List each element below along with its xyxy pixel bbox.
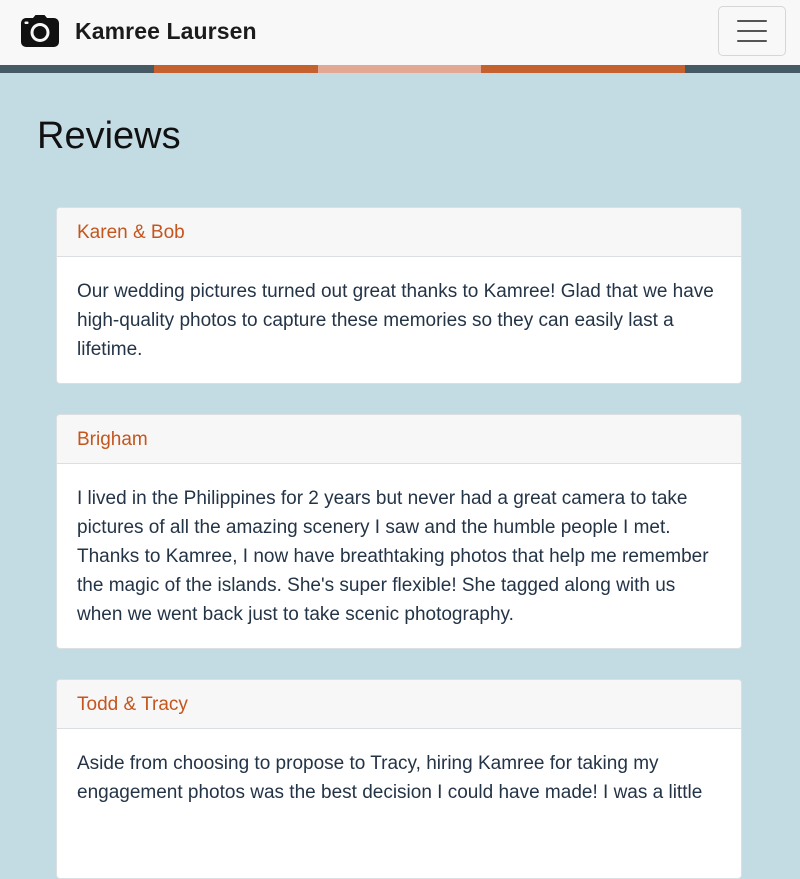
top-navbar: Kamree Laursen [0,0,800,65]
camera-icon [21,15,59,47]
review-author: Brigham [57,415,741,464]
hamburger-menu-icon-bar [737,30,767,32]
color-stripe [0,65,800,73]
main-content: Reviews Karen & Bob Our wedding pictures… [0,73,800,879]
review-text: Aside from choosing to propose to Tracy,… [77,753,703,803]
stripe-segment [0,65,154,73]
hamburger-menu-icon-bar [737,20,767,22]
stripe-segment [318,65,481,73]
review-author: Todd & Tracy [57,680,741,729]
navbar-toggle-button[interactable] [718,6,786,56]
stripe-segment [685,65,800,73]
hamburger-menu-icon-bar [737,40,767,42]
review-card: Todd & Tracy Aside from choosing to prop… [56,679,742,879]
review-text: I lived in the Philippines for 2 years b… [77,488,709,625]
stripe-segment [154,65,318,73]
brand-name: Kamree Laursen [75,17,257,44]
review-text: Our wedding pictures turned out great th… [77,281,714,360]
review-author: Karen & Bob [57,208,741,257]
review-card: Karen & Bob Our wedding pictures turned … [56,207,742,384]
page-title: Reviews [37,115,181,157]
review-card: Brigham I lived in the Philippines for 2… [56,414,742,649]
stripe-segment [481,65,685,73]
brand-link[interactable]: Kamree Laursen [21,14,257,48]
